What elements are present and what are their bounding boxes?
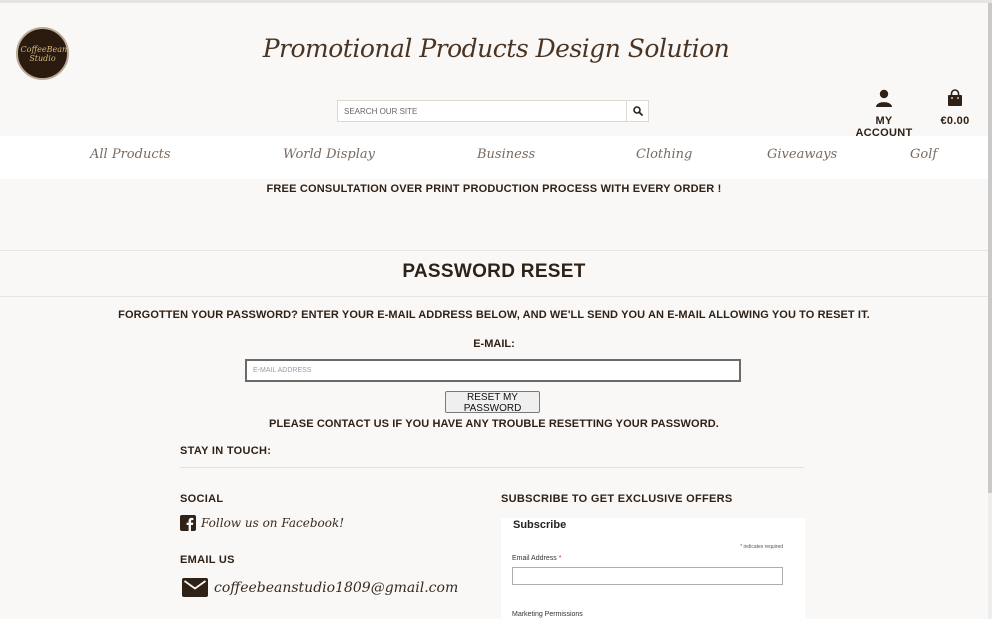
site-logo[interactable]: CoffeeBean Studio <box>16 27 69 80</box>
cart-link[interactable]: €0.00 <box>936 89 974 127</box>
required-note: * indicates required <box>740 544 783 550</box>
nav-item-all-products[interactable]: All Products <box>90 147 171 162</box>
divider <box>0 296 988 297</box>
subscribe-email-label-text: Email Address <box>512 555 557 562</box>
site-title: Promotional Products Design Solution <box>262 34 730 63</box>
social-heading: SOCIAL <box>180 493 224 505</box>
page-title: PASSWORD RESET <box>402 261 586 282</box>
marketing-permissions-label: Marketing Permissions <box>512 611 583 618</box>
search-icon <box>632 106 643 116</box>
facebook-link[interactable]: Follow us on Facebook! <box>180 515 344 531</box>
divider <box>0 250 988 251</box>
email-field[interactable] <box>245 359 741 382</box>
nav-item-giveaways[interactable]: Giveaways <box>767 147 837 162</box>
email-link[interactable]: coffeebeanstudio1809@gmail.com <box>182 578 458 597</box>
cart-total: €0.00 <box>940 115 970 127</box>
my-account-link[interactable]: MY ACCOUNT <box>850 89 918 139</box>
search-button[interactable] <box>626 101 648 121</box>
scrollbar-thumb[interactable] <box>988 3 992 493</box>
promo-banner: FREE CONSULTATION OVER PRINT PRODUCTION … <box>266 183 722 195</box>
user-icon <box>876 89 892 107</box>
subscribe-email-input[interactable] <box>512 567 783 585</box>
required-asterisk: * <box>558 555 562 562</box>
subscribe-heading: SUBSCRIBE TO GET EXCLUSIVE OFFERS <box>501 493 733 505</box>
email-address[interactable]: coffeebeanstudio1809@gmail.com <box>214 580 458 596</box>
search-bar <box>337 100 649 122</box>
reset-instructions: FORGOTTEN YOUR PASSWORD? ENTER YOUR E-MA… <box>118 309 870 321</box>
nav-item-clothing[interactable]: Clothing <box>636 147 692 162</box>
facebook-link-text[interactable]: Follow us on Facebook! <box>201 516 344 530</box>
required-asterisk: * <box>740 544 743 550</box>
nav-item-business[interactable]: Business <box>477 147 535 162</box>
footer-divider <box>180 467 804 468</box>
subscribe-title: Subscribe <box>513 519 567 531</box>
page-scrollbar[interactable] <box>988 3 992 619</box>
search-input[interactable] <box>338 101 626 121</box>
nav-item-golf[interactable]: Golf <box>910 147 937 162</box>
required-note-text: indicates required <box>743 544 783 550</box>
envelope-icon <box>182 578 208 597</box>
stay-in-touch-heading: STAY IN TOUCH: <box>180 445 272 457</box>
logo-text: CoffeeBean Studio <box>20 44 68 63</box>
nav-item-world-display[interactable]: World Display <box>283 147 375 162</box>
shopping-bag-icon <box>948 89 962 106</box>
contact-note: PLEASE CONTACT US IF YOU HAVE ANY TROUBL… <box>269 418 719 430</box>
email-label: E-MAIL: <box>473 338 515 350</box>
subscribe-email-label: Email Address * <box>512 555 561 562</box>
email-us-heading: EMAIL US <box>180 554 235 566</box>
main-nav: All Products World Display Business Clot… <box>0 136 988 179</box>
facebook-icon <box>180 515 196 531</box>
reset-password-button[interactable]: RESET MY PASSWORD <box>445 391 540 414</box>
subscribe-form: Subscribe * indicates required Email Add… <box>501 518 805 619</box>
browser-top-border <box>0 0 992 3</box>
